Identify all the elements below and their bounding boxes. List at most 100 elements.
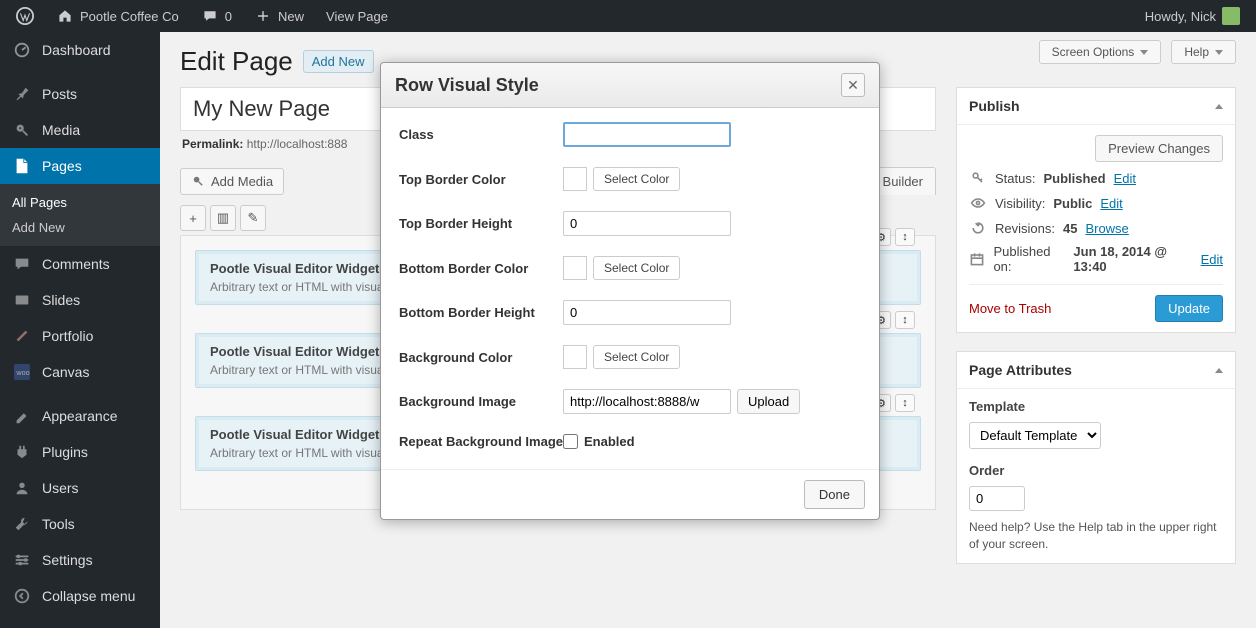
background-color-swatch[interactable] <box>563 345 587 369</box>
menu-collapse[interactable]: Collapse menu <box>0 578 160 614</box>
bottom-border-height-input[interactable] <box>563 300 731 325</box>
help-label: Help <box>1184 45 1209 59</box>
select-color-button[interactable]: Select Color <box>593 256 680 280</box>
menu-users[interactable]: Users <box>0 470 160 506</box>
visibility-label: Visibility: <box>995 196 1045 211</box>
add-widget-button[interactable]: + <box>180 205 206 231</box>
view-page-label: View Page <box>326 9 388 24</box>
wp-logo[interactable] <box>8 0 42 32</box>
chevron-down-icon <box>1140 50 1148 55</box>
menu-label: Dashboard <box>42 42 111 58</box>
top-border-color-swatch[interactable] <box>563 167 587 191</box>
top-border-height-input[interactable] <box>563 211 731 236</box>
menu-pages[interactable]: Pages <box>0 148 160 184</box>
edit-status-link[interactable]: Edit <box>1114 171 1136 186</box>
row-move-icon[interactable]: ↕ <box>895 228 915 246</box>
upload-button[interactable]: Upload <box>737 389 800 414</box>
site-name-link[interactable]: Pootle Coffee Co <box>48 0 187 32</box>
view-page-link[interactable]: View Page <box>318 0 396 32</box>
menu-tools[interactable]: Tools <box>0 506 160 542</box>
menu-label: Users <box>42 480 79 496</box>
prebuilt-button[interactable]: ✎ <box>240 205 266 231</box>
menu-appearance[interactable]: Appearance <box>0 398 160 434</box>
revisions-value: 45 <box>1063 221 1077 236</box>
toggle-icon[interactable] <box>1215 368 1223 373</box>
submenu-pages: All Pages Add New <box>0 184 160 246</box>
menu-label: Slides <box>42 292 80 308</box>
preview-changes-button[interactable]: Preview Changes <box>1095 135 1223 162</box>
bottom-border-color-swatch[interactable] <box>563 256 587 280</box>
repeat-bg-checkbox[interactable] <box>563 434 578 449</box>
submenu-all-pages[interactable]: All Pages <box>0 190 160 215</box>
comments-count: 0 <box>225 9 232 24</box>
menu-portfolio[interactable]: Portfolio <box>0 318 160 354</box>
publish-box: Publish Preview Changes Status: Publishe… <box>956 87 1236 333</box>
menu-label: Portfolio <box>42 328 93 344</box>
row-move-icon[interactable]: ↕ <box>895 394 915 412</box>
submenu-add-new[interactable]: Add New <box>0 215 160 240</box>
menu-dashboard[interactable]: Dashboard <box>0 32 160 68</box>
select-color-button[interactable]: Select Color <box>593 345 680 369</box>
done-button[interactable]: Done <box>804 480 865 509</box>
permalink-label: Permalink: <box>182 137 243 151</box>
template-select[interactable]: Default Template <box>969 422 1101 449</box>
screen-options-toggle[interactable]: Screen Options <box>1039 40 1162 64</box>
menu-posts[interactable]: Posts <box>0 76 160 112</box>
menu-slides[interactable]: Slides <box>0 282 160 318</box>
update-button[interactable]: Update <box>1155 295 1223 322</box>
add-row-button[interactable]: ▥ <box>210 205 236 231</box>
media-icon <box>12 120 32 140</box>
revisions-icon <box>969 219 987 237</box>
chevron-down-icon <box>1215 50 1223 55</box>
menu-label: Canvas <box>42 364 89 380</box>
media-icon <box>191 174 205 188</box>
menu-comments[interactable]: Comments <box>0 246 160 282</box>
canvas-icon: woo <box>12 362 32 382</box>
revisions-label: Revisions: <box>995 221 1055 236</box>
menu-label: Appearance <box>42 408 118 424</box>
field-label-bottom-border-height: Bottom Border Height <box>399 305 563 320</box>
comment-icon <box>12 254 32 274</box>
appearance-icon <box>12 406 32 426</box>
visibility-icon <box>969 194 987 212</box>
edit-visibility-link[interactable]: Edit <box>1100 196 1122 211</box>
help-toggle[interactable]: Help <box>1171 40 1236 64</box>
my-account-link[interactable]: Howdy, Nick <box>1137 0 1248 32</box>
avatar <box>1222 7 1240 25</box>
menu-label: Posts <box>42 86 77 102</box>
background-image-input[interactable] <box>563 389 731 414</box>
menu-media[interactable]: Media <box>0 112 160 148</box>
browse-revisions-link[interactable]: Browse <box>1085 221 1128 236</box>
modal-close-button[interactable]: ✕ <box>841 73 865 97</box>
new-content-link[interactable]: New <box>246 0 312 32</box>
visibility-value: Public <box>1053 196 1092 211</box>
row-move-icon[interactable]: ↕ <box>895 311 915 329</box>
add-media-button[interactable]: Add Media <box>180 168 284 195</box>
admin-toolbar: Pootle Coffee Co 0 New View Page Howdy, … <box>0 0 1256 32</box>
order-label: Order <box>969 463 1004 478</box>
move-trash-link[interactable]: Move to Trash <box>969 301 1051 316</box>
row-visual-style-modal: Row Visual Style ✕ Class Top Border Colo… <box>380 62 880 520</box>
calendar-icon <box>969 250 985 268</box>
portfolio-icon <box>12 326 32 346</box>
field-label-background-color: Background Color <box>399 350 563 365</box>
attrs-box-title: Page Attributes <box>969 362 1072 378</box>
svg-text:woo: woo <box>15 368 29 377</box>
close-icon: ✕ <box>847 77 859 94</box>
order-input[interactable] <box>969 486 1025 511</box>
screen-options-label: Screen Options <box>1052 45 1135 59</box>
class-input[interactable] <box>563 122 731 147</box>
users-icon <box>12 478 32 498</box>
menu-settings[interactable]: Settings <box>0 542 160 578</box>
menu-plugins[interactable]: Plugins <box>0 434 160 470</box>
new-label: New <box>278 9 304 24</box>
edit-date-link[interactable]: Edit <box>1201 252 1223 267</box>
add-new-button[interactable]: Add New <box>303 50 374 73</box>
toggle-icon[interactable] <box>1215 104 1223 109</box>
modal-title: Row Visual Style <box>395 75 539 96</box>
comments-link[interactable]: 0 <box>193 0 240 32</box>
menu-canvas[interactable]: woo Canvas <box>0 354 160 390</box>
select-color-button[interactable]: Select Color <box>593 167 680 191</box>
page-icon <box>12 156 32 176</box>
field-label-class: Class <box>399 127 563 142</box>
